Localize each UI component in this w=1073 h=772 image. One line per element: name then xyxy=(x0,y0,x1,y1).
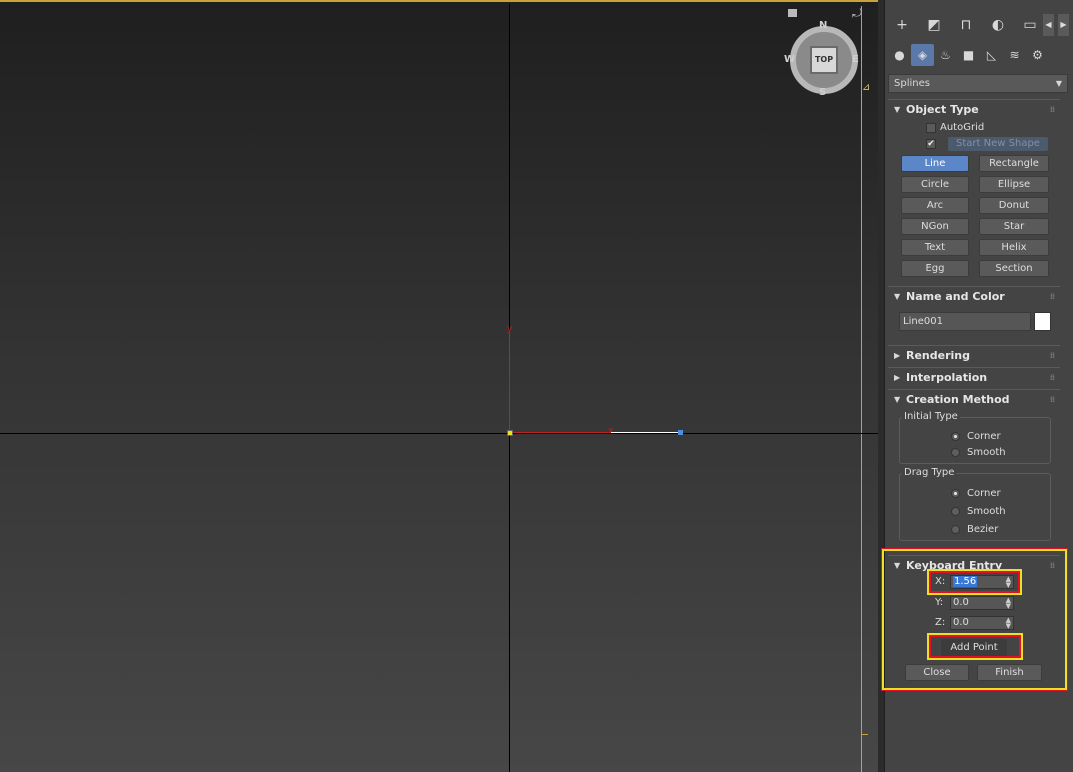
donut-button[interactable]: Donut xyxy=(979,197,1049,214)
viewcube-home-icon[interactable] xyxy=(788,9,797,17)
creation-method-header[interactable]: ▼ Creation Method ⁞⁞ xyxy=(888,390,1060,410)
collapse-triangle-icon: ▼ xyxy=(894,105,901,114)
expand-triangle-icon: ▶ xyxy=(894,373,901,382)
display-tab-icon[interactable]: ▭ xyxy=(1014,12,1046,38)
initial-smooth-label: Smooth xyxy=(967,447,1006,458)
viewcube-rotate-icon[interactable]: ⤾ xyxy=(852,6,862,21)
name-and-color-header[interactable]: ▼ Name and Color ⁞⁞ xyxy=(888,287,1060,307)
rendering-rollout: ▶ Rendering ⁞⁞ xyxy=(888,345,1060,365)
interpolation-header[interactable]: ▶ Interpolation ⁞⁞ xyxy=(888,368,1060,388)
drag-type-title: Drag Type xyxy=(902,467,957,478)
first-vertex-marker[interactable] xyxy=(507,430,513,436)
helix-button[interactable]: Helix xyxy=(979,239,1049,256)
collapse-triangle-icon: ▼ xyxy=(894,292,901,301)
viewport-frame xyxy=(861,6,862,772)
text-button[interactable]: Text xyxy=(901,239,969,256)
object-color-swatch[interactable] xyxy=(1034,312,1051,331)
x-field-highlight-inner xyxy=(929,571,1020,593)
viewport-tick xyxy=(862,734,868,735)
initial-corner-radio[interactable] xyxy=(951,432,960,441)
grip-icon: ⁞⁞ xyxy=(1049,373,1055,382)
section-button[interactable]: Section xyxy=(979,260,1049,277)
create-tab-icon[interactable]: + xyxy=(886,12,918,38)
circle-button[interactable]: Circle xyxy=(901,176,969,193)
tabs-scroll-right-icon[interactable]: ▶ xyxy=(1058,14,1069,36)
tabs-scroll-left-icon[interactable]: ◀ xyxy=(1043,14,1054,36)
arc-button[interactable]: Arc xyxy=(901,197,969,214)
compass-south: S xyxy=(819,87,827,98)
egg-button[interactable]: Egg xyxy=(901,260,969,277)
drag-smooth-label: Smooth xyxy=(967,506,1006,517)
transform-gizmo-x-axis xyxy=(510,432,611,433)
geometry-icon[interactable]: ● xyxy=(888,44,911,66)
drag-bezier-radio[interactable] xyxy=(951,525,960,534)
collapse-triangle-icon: ▼ xyxy=(894,395,901,404)
drag-corner-radio[interactable] xyxy=(951,489,960,498)
object-type-title: Object Type xyxy=(906,103,979,116)
ellipse-button[interactable]: Ellipse xyxy=(979,176,1049,193)
motion-tab-icon[interactable]: ◐ xyxy=(982,12,1014,38)
spline-line-segment[interactable] xyxy=(611,432,680,433)
grip-icon: ⁞⁞ xyxy=(1049,292,1055,301)
compass-north: N xyxy=(819,20,828,31)
autogrid-checkbox[interactable] xyxy=(926,123,936,133)
drag-bezier-label: Bezier xyxy=(967,524,999,535)
creation-method-title: Creation Method xyxy=(906,393,1010,406)
line-button[interactable]: Line xyxy=(901,155,969,172)
category-buttons: ● ◈ ♨ ■ ◺ ≋ ⚙ xyxy=(888,44,1049,66)
helpers-icon[interactable]: ◺ xyxy=(980,44,1003,66)
start-new-shape-checkbox[interactable]: ✔ xyxy=(926,139,936,149)
compass-east: E xyxy=(852,54,859,65)
chevron-down-icon: ▼ xyxy=(1055,79,1062,88)
grid-axis-horizontal xyxy=(0,433,878,434)
shapes-icon[interactable]: ◈ xyxy=(911,44,934,66)
command-panel-tabs: + ◩ ⊓ ◐ ▭ xyxy=(886,10,1046,40)
viewport-top[interactable] xyxy=(0,0,878,772)
star-button[interactable]: Star xyxy=(979,218,1049,235)
rendering-title: Rendering xyxy=(906,349,970,362)
ngon-button[interactable]: NGon xyxy=(901,218,969,235)
object-category-dropdown[interactable]: Splines ▼ xyxy=(888,74,1068,93)
grip-icon: ⁞⁞ xyxy=(1049,351,1055,360)
transform-gizmo-y-axis xyxy=(509,332,510,433)
name-and-color-title: Name and Color xyxy=(906,290,1005,303)
spacewarps-icon[interactable]: ≋ xyxy=(1003,44,1026,66)
viewcube[interactable]: TOP xyxy=(790,26,858,94)
interpolation-title: Interpolation xyxy=(906,371,988,384)
modify-tab-icon[interactable]: ◩ xyxy=(918,12,950,38)
start-new-shape-button[interactable]: Start New Shape xyxy=(948,137,1048,151)
gizmo-x-label: x xyxy=(608,426,614,436)
drag-smooth-radio[interactable] xyxy=(951,507,960,516)
add-point-highlight-inner xyxy=(929,635,1021,658)
cameras-icon[interactable]: ■ xyxy=(957,44,980,66)
object-type-header[interactable]: ▼ Object Type ⁞⁞ xyxy=(888,100,1060,120)
autogrid-label: AutoGrid xyxy=(940,122,985,133)
object-name-field[interactable]: Line001 xyxy=(899,312,1031,331)
gizmo-y-label: y xyxy=(507,324,513,334)
rectangle-button[interactable]: Rectangle xyxy=(979,155,1049,172)
last-vertex-marker[interactable] xyxy=(678,430,683,435)
viewcube-menu-icon[interactable]: ⊿ xyxy=(862,82,870,93)
interpolation-rollout: ▶ Interpolation ⁞⁞ xyxy=(888,367,1060,387)
viewcube-face[interactable]: TOP xyxy=(810,46,838,74)
grip-icon: ⁞⁞ xyxy=(1049,105,1055,114)
initial-smooth-radio[interactable] xyxy=(951,448,960,457)
lights-icon[interactable]: ♨ xyxy=(934,44,957,66)
initial-type-title: Initial Type xyxy=(902,411,960,422)
rendering-header[interactable]: ▶ Rendering ⁞⁞ xyxy=(888,346,1060,366)
drag-corner-label: Corner xyxy=(967,488,1001,499)
initial-corner-label: Corner xyxy=(967,431,1001,442)
compass-west: W xyxy=(784,54,796,65)
hierarchy-tab-icon[interactable]: ⊓ xyxy=(950,12,982,38)
systems-icon[interactable]: ⚙ xyxy=(1026,44,1049,66)
grip-icon: ⁞⁞ xyxy=(1049,395,1055,404)
dropdown-value: Splines xyxy=(894,78,930,89)
expand-triangle-icon: ▶ xyxy=(894,351,901,360)
